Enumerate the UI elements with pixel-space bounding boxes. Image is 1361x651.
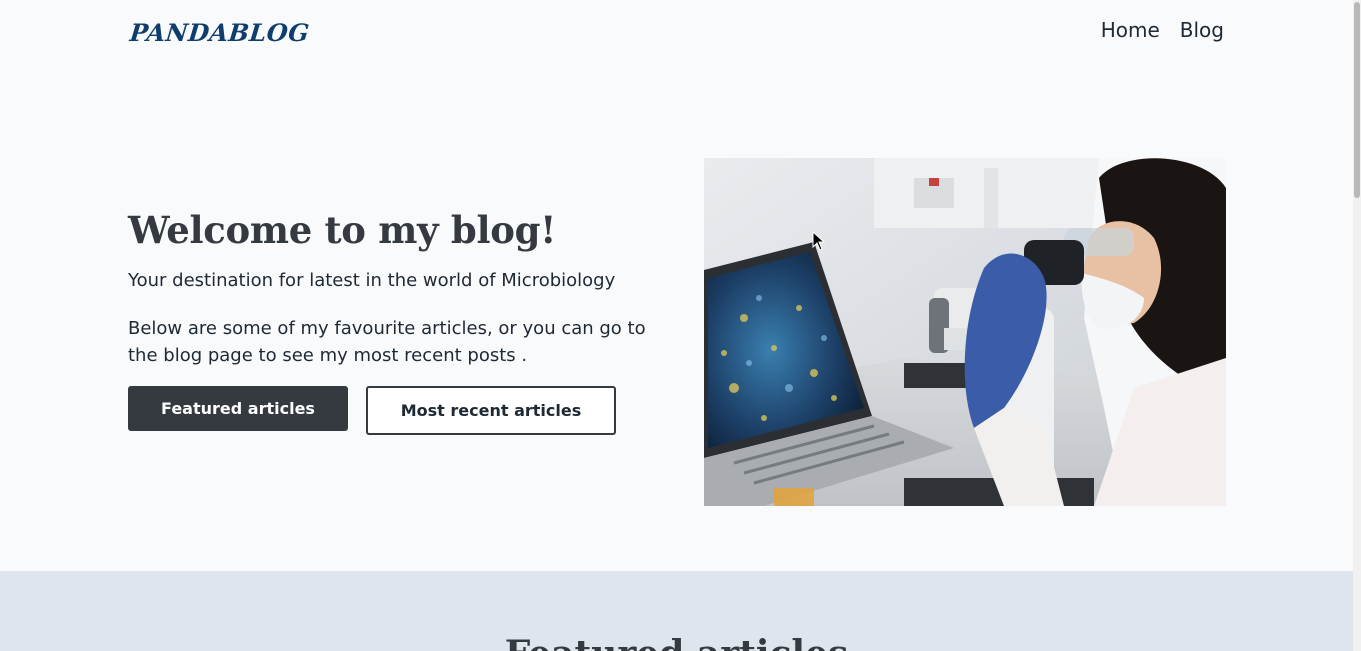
nav-home-link[interactable]: Home [1101,18,1160,42]
hero-title: Welcome to my blog! [128,208,557,252]
site-header: PANDABLOG Home Blog [0,0,1353,72]
hero-subtitle: Your destination for latest in the world… [128,270,616,291]
featured-section: Featured articles [0,571,1353,651]
main-nav: Home Blog [1101,18,1224,42]
featured-section-title: Featured articles [0,633,1353,651]
most-recent-articles-button[interactable]: Most recent articles [366,386,616,435]
page-scrollbar[interactable] [1353,0,1361,651]
mouse-cursor-icon [812,231,826,251]
page: PANDABLOG Home Blog Welcome to my blog! … [0,0,1353,651]
site-logo[interactable]: PANDABLOG [128,18,310,47]
nav-blog-link[interactable]: Blog [1180,18,1224,42]
scrollbar-thumb[interactable] [1354,2,1360,198]
lab-scientist-microscope-illustration [704,158,1226,506]
hero-description: Below are some of my favourite articles,… [128,318,646,366]
hero-image [704,158,1226,506]
featured-articles-button[interactable]: Featured articles [128,386,348,431]
